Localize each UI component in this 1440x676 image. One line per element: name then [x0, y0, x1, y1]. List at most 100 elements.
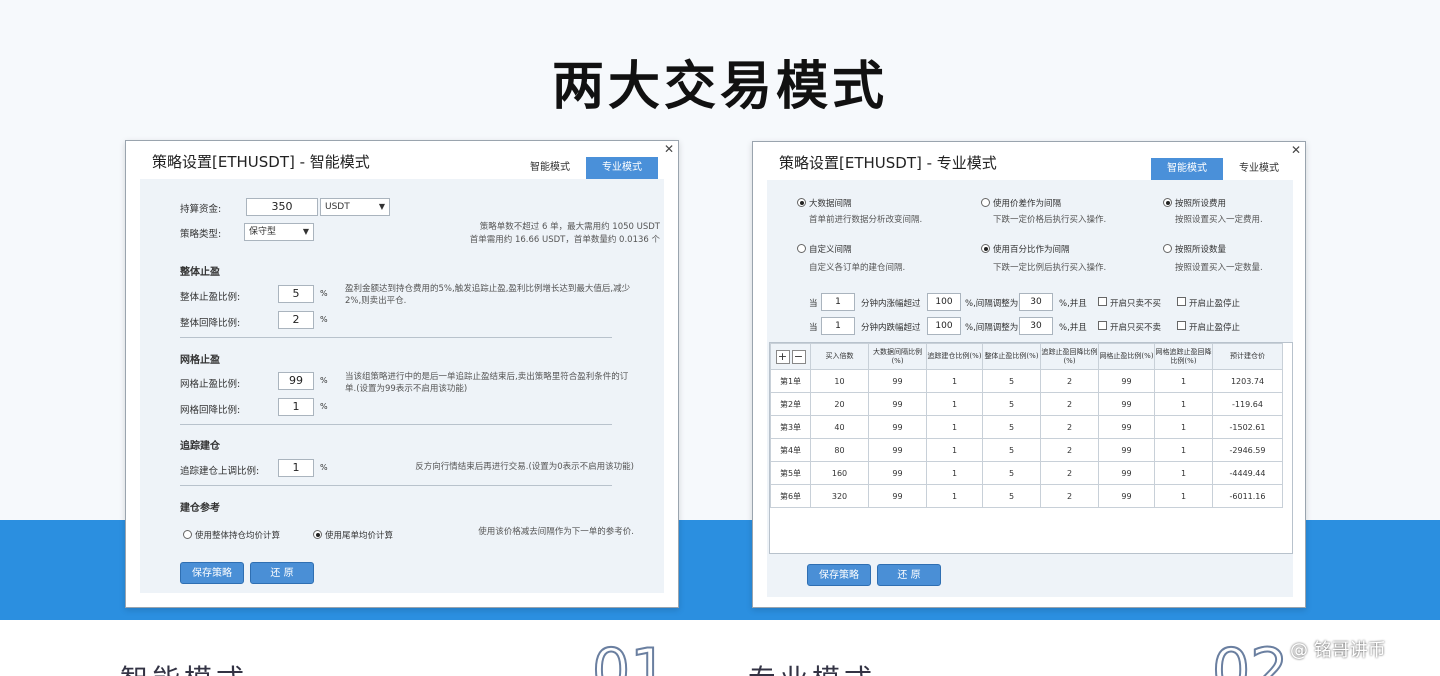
table-cell[interactable]: 5 [982, 392, 1041, 416]
tab-smart-mode[interactable]: 智能模式 [1151, 158, 1223, 180]
table-cell[interactable]: 1 [1154, 392, 1213, 416]
fund-input[interactable]: 350 [246, 198, 318, 216]
restore-button[interactable]: 还 原 [250, 562, 314, 584]
tab-pro-mode[interactable]: 专业模式 [1223, 158, 1295, 180]
grid-hint: 当该组策略进行中的是后一单追踪止盈结束后,卖出策略里符合盈利条件的订单.(设置为… [345, 372, 629, 394]
overall-pb-input[interactable]: 2 [278, 311, 314, 329]
rule1-percent-input[interactable]: 100 [927, 293, 961, 311]
table-row[interactable]: 第4单 80 99 1 5 2 99 1 -2946.59 [770, 438, 1283, 462]
table-cell[interactable]: 99 [868, 461, 927, 485]
section-trace: 追踪建仓 [180, 441, 220, 452]
table-cell[interactable]: 1 [1154, 415, 1213, 439]
table-cell[interactable]: 99 [868, 484, 927, 508]
currency-select[interactable]: USDT ▼ [320, 198, 390, 216]
table-cell[interactable]: 99 [1098, 369, 1155, 393]
table-cell[interactable]: 99 [1098, 438, 1155, 462]
table-cell[interactable]: 99 [868, 392, 927, 416]
close-icon[interactable]: ✕ [1291, 143, 1301, 157]
rule2-buy-only-checkbox[interactable] [1098, 321, 1107, 330]
table-cell[interactable]: 99 [868, 369, 927, 393]
table-cell[interactable]: -119.64 [1212, 392, 1283, 416]
radio-custom-interval[interactable] [797, 244, 806, 253]
rule2-percent-input[interactable]: 100 [927, 317, 961, 335]
tab-smart-mode[interactable]: 智能模式 [514, 157, 586, 179]
rule2-prefix: 当 [809, 323, 818, 333]
table-cell[interactable]: 5 [982, 461, 1041, 485]
radio-last-order[interactable] [313, 530, 322, 539]
table-cell[interactable]: 99 [1098, 461, 1155, 485]
table-cell[interactable]: -6011.16 [1212, 484, 1283, 508]
table-cell[interactable]: 20 [810, 392, 869, 416]
table-cell[interactable]: 1 [1154, 369, 1213, 393]
table-cell[interactable]: 2 [1040, 461, 1099, 485]
table-cell[interactable]: -1502.61 [1212, 415, 1283, 439]
table-cell[interactable]: 1 [926, 369, 983, 393]
radio-percent-interval[interactable] [981, 244, 990, 253]
table-cell[interactable]: 80 [810, 438, 869, 462]
remove-row-button[interactable]: − [791, 349, 806, 364]
table-cell[interactable]: 2 [1040, 484, 1099, 508]
table-cell[interactable]: -4449.44 [1212, 461, 1283, 485]
table-cell[interactable]: 2 [1040, 438, 1099, 462]
radio-fixed-cost[interactable] [1163, 198, 1172, 207]
strategy-select[interactable]: 保守型 ▼ [244, 223, 314, 241]
table-row[interactable]: 第3单 40 99 1 5 2 99 1 -1502.61 [770, 415, 1283, 439]
tab-pro-mode[interactable]: 专业模式 [586, 157, 658, 179]
radio-average-position[interactable] [183, 530, 192, 539]
rule1-sell-only-checkbox[interactable] [1098, 297, 1107, 306]
rule2-adjust-input[interactable]: 30 [1019, 317, 1053, 335]
table-cell[interactable]: 99 [868, 415, 927, 439]
table-cell[interactable]: 99 [868, 438, 927, 462]
add-row-button[interactable]: + [775, 349, 790, 364]
table-cell[interactable]: 1 [1154, 484, 1213, 508]
close-icon[interactable]: ✕ [664, 142, 674, 156]
restore-button[interactable]: 还 原 [877, 564, 941, 586]
table-cell[interactable]: 2 [1040, 392, 1099, 416]
radio-price-diff-interval[interactable] [981, 198, 990, 207]
table-cell[interactable]: 2 [1040, 415, 1099, 439]
table-cell[interactable]: 1 [1154, 461, 1213, 485]
rule2-tp-stop-checkbox[interactable] [1177, 321, 1186, 330]
table-cell[interactable]: 10 [810, 369, 869, 393]
table-cell[interactable]: 160 [810, 461, 869, 485]
grid-tp-input[interactable]: 99 [278, 372, 314, 390]
table-cell[interactable]: 1 [1154, 438, 1213, 462]
trace-input[interactable]: 1 [278, 459, 314, 477]
radio-fixed-quantity[interactable] [1163, 244, 1172, 253]
table-cell[interactable]: 1 [926, 415, 983, 439]
table-cell[interactable]: 5 [982, 415, 1041, 439]
rule2-minutes-input[interactable]: 1 [821, 317, 855, 335]
rule1-tp-stop-checkbox[interactable] [1177, 297, 1186, 306]
grid-pb-input[interactable]: 1 [278, 398, 314, 416]
save-strategy-button[interactable]: 保存策略 [180, 562, 244, 584]
table-row[interactable]: 第1单 10 99 1 5 2 99 1 1203.74 [770, 369, 1283, 393]
column-header: 预计建仓价 [1212, 343, 1283, 370]
table-row[interactable]: 第6单 320 99 1 5 2 99 1 -6011.16 [770, 484, 1283, 508]
table-cell[interactable]: 1 [926, 438, 983, 462]
table-cell[interactable]: 99 [1098, 484, 1155, 508]
table-row[interactable]: 第2单 20 99 1 5 2 99 1 -119.64 [770, 392, 1283, 416]
table-row[interactable]: 第5单 160 99 1 5 2 99 1 -4449.44 [770, 461, 1283, 485]
table-cell[interactable]: 99 [1098, 415, 1155, 439]
table-cell[interactable]: -2946.59 [1212, 438, 1283, 462]
table-cell[interactable]: 2 [1040, 369, 1099, 393]
radio-big-data-interval[interactable] [797, 198, 806, 207]
unit-percent: % [320, 315, 328, 324]
table-cell[interactable]: 99 [1098, 392, 1155, 416]
table-cell[interactable]: 40 [810, 415, 869, 439]
divider [180, 485, 612, 486]
table-cell[interactable]: 5 [982, 369, 1041, 393]
fund-label: 持算资金: [180, 204, 222, 215]
table-cell[interactable]: 5 [982, 484, 1041, 508]
opt5-desc: 下跌一定比例后执行买入操作. [993, 263, 1107, 273]
table-cell[interactable]: 320 [810, 484, 869, 508]
rule1-adjust-input[interactable]: 30 [1019, 293, 1053, 311]
table-cell[interactable]: 1 [926, 484, 983, 508]
save-strategy-button[interactable]: 保存策略 [807, 564, 871, 586]
table-cell[interactable]: 1 [926, 392, 983, 416]
overall-tp-input[interactable]: 5 [278, 285, 314, 303]
table-cell[interactable]: 1203.74 [1212, 369, 1283, 393]
table-cell[interactable]: 5 [982, 438, 1041, 462]
table-cell[interactable]: 1 [926, 461, 983, 485]
rule1-minutes-input[interactable]: 1 [821, 293, 855, 311]
